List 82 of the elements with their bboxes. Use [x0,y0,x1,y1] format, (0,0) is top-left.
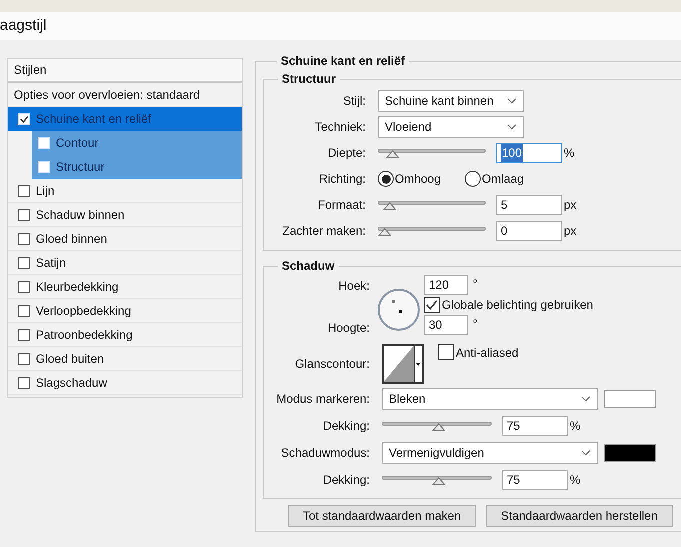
button[interactable]: Tot standaardwaarden maken [288,505,476,527]
list-item[interactable]: Patroonbedekking [8,323,242,347]
field-label: Techniek: [314,119,367,136]
field-label: Dekking: [322,472,371,489]
checkbox[interactable] [18,376,30,388]
slider-thumb[interactable] [386,150,400,159]
list-item[interactable]: Structuur [32,155,242,179]
checkbox[interactable] [18,352,30,364]
field-label: Richting: [318,171,367,188]
input-field[interactable]: 120 [424,275,468,295]
checkbox[interactable] [18,232,30,244]
field-label: Diepte: [326,145,367,162]
field-label: Stijl: [342,93,367,110]
unit-label: px [564,197,577,214]
slider[interactable] [378,147,486,159]
slider[interactable] [378,225,486,237]
unit-label: ° [473,276,478,293]
slider[interactable] [378,199,486,211]
color-swatch[interactable] [604,444,656,462]
checkbox[interactable] [18,256,30,268]
slider-thumb[interactable] [432,477,446,486]
dropdown[interactable]: Vermenigvuldigen [382,442,598,464]
unit-label: px [564,223,577,240]
checkbox[interactable]: Anti-aliased [438,344,519,362]
section-title: Schaduw [281,258,336,275]
checkbox-box[interactable] [424,297,440,313]
checkbox[interactable] [18,280,30,292]
unit-label: ° [473,316,478,333]
radio-button[interactable]: Omlaag [465,170,524,188]
field-label: Hoek: [338,278,371,295]
chevron-icon [581,450,591,456]
list-item[interactable]: Schaduw binnen [8,203,242,227]
dropdown[interactable]: Bleken [382,388,598,410]
contour-picker[interactable] [382,344,424,384]
checkbox[interactable] [18,208,30,220]
input-field[interactable]: 30 [424,315,468,335]
input-field[interactable]: 100 [496,143,562,163]
list-item[interactable]: Lijn [8,179,242,203]
section-title: Structuur [281,71,337,88]
chevron-icon [581,396,591,402]
field-label: Hoogte: [326,320,371,337]
checkbox[interactable] [18,304,30,316]
checkbox[interactable] [18,328,30,340]
panel-header: Stijlen [14,62,47,79]
color-swatch[interactable] [604,390,656,408]
list-item[interactable]: Slagschaduw [8,371,242,395]
list-item[interactable]: Gloed buiten [8,347,242,371]
slider-thumb[interactable] [432,423,446,432]
unit-label: % [564,145,575,162]
section-title: Schuine kant en reliëf [280,53,406,70]
input-field[interactable]: 5 [496,195,562,215]
caret-icon[interactable] [416,362,421,366]
field-label: Dekking: [322,418,371,435]
field-label: Zachter maken: [282,223,367,240]
unit-label: % [570,472,581,489]
slider[interactable] [382,420,492,432]
list-item[interactable]: Satijn [8,251,242,275]
list-item[interactable]: Gloed binnen [8,227,242,251]
list-item[interactable]: Kleurbedekking [8,275,242,299]
chevron-icon [507,124,517,130]
radio-button[interactable]: Omhoog [378,170,442,188]
field-label: Glanscontour: [294,356,371,373]
list-item[interactable]: Verloopbedekking [8,299,242,323]
slider-thumb[interactable] [382,202,397,211]
checkbox[interactable]: Globale belichting gebruiken [424,296,594,314]
input-field[interactable]: 75 [502,470,568,490]
unit-label: % [570,418,581,435]
checkbox-box[interactable] [438,344,454,360]
field-label: Formaat: [316,197,367,214]
list-item[interactable]: Contour [32,131,242,155]
field-label: Schaduwmodus: [280,445,371,462]
checkbox[interactable] [18,184,30,196]
slider-thumb[interactable] [378,228,392,237]
dropdown[interactable]: Vloeiend [378,116,524,138]
chevron-icon [507,98,517,104]
dropdown[interactable]: Schuine kant binnen [378,90,524,112]
input-field[interactable]: 75 [502,416,568,436]
button[interactable]: Standaardwaarden herstellen [486,505,673,527]
window-title: aagstijl [0,16,47,36]
slider[interactable] [382,474,492,486]
field-label: Modus markeren: [276,391,371,408]
input-field[interactable]: 0 [496,221,562,241]
